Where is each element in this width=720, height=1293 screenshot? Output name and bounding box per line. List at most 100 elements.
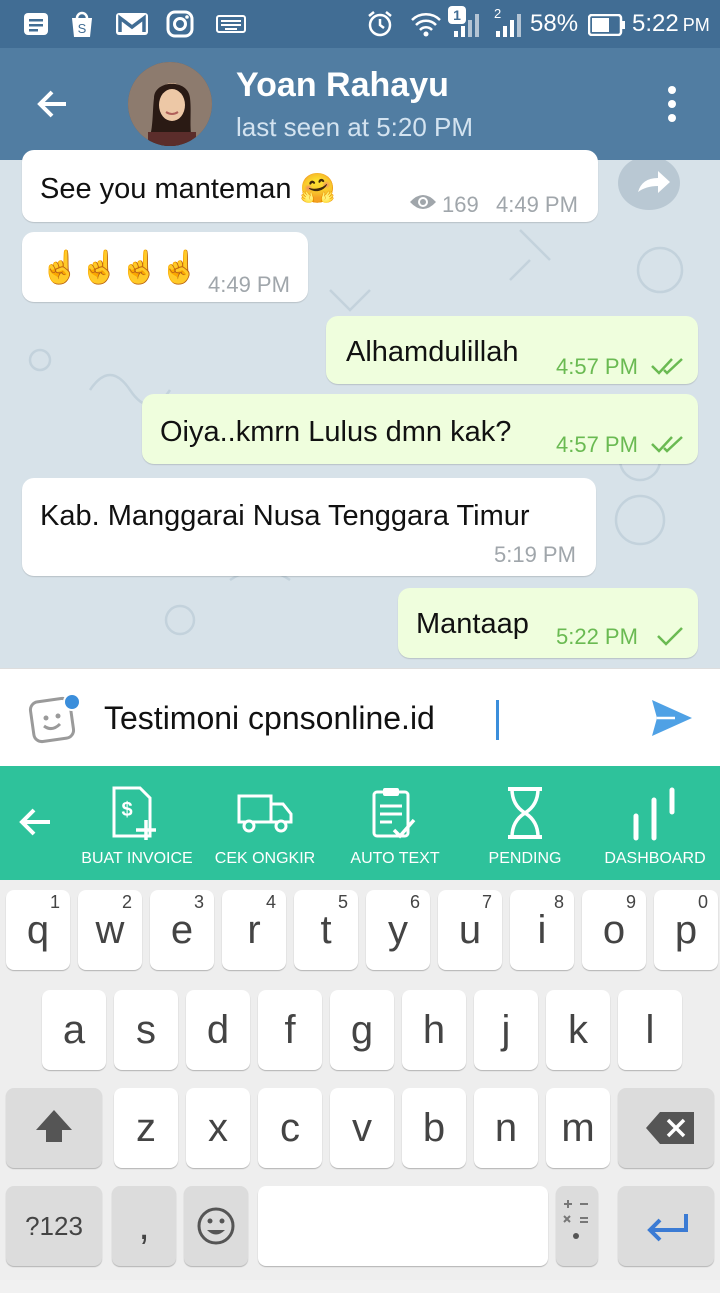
letter-key[interactable]: r4 — [222, 890, 286, 970]
letter-key[interactable]: y6 — [366, 890, 430, 970]
message-input[interactable]: Testimoni cpnsonline.id — [104, 700, 435, 737]
letter-key[interactable]: m — [546, 1088, 610, 1168]
svg-text:S: S — [78, 21, 87, 36]
enter-arrow-icon — [647, 1214, 688, 1242]
letter-key[interactable]: e3 — [150, 890, 214, 970]
letter-key[interactable]: d — [186, 990, 250, 1070]
message-time: 5:19 PM — [494, 542, 576, 567]
backspace-key[interactable] — [618, 1088, 714, 1168]
message-bubble-outgoing[interactable]: Oiya..kmrn Lulus dmn kak? 4:57 PM — [142, 394, 698, 464]
letter-key[interactable]: b — [402, 1088, 466, 1168]
battery-icon — [587, 13, 626, 37]
letter-key[interactable]: j — [474, 990, 538, 1070]
more-menu-button[interactable] — [660, 84, 684, 124]
letter-key[interactable]: s — [114, 990, 178, 1070]
letter-key[interactable]: i8 — [510, 890, 574, 970]
emoji-smile-icon — [197, 1207, 235, 1245]
symbols-key[interactable]: ?123 — [6, 1186, 102, 1266]
letter-key[interactable]: p0 — [654, 890, 718, 970]
shift-arrow-icon — [36, 1110, 72, 1142]
message-bubble-incoming[interactable]: ☝☝☝☝ 4:49 PM — [22, 232, 308, 302]
letter-key[interactable]: w2 — [78, 890, 142, 970]
arrow-left-icon — [37, 90, 66, 118]
key-label: x — [208, 1106, 228, 1150]
signal-sim2-icon — [494, 12, 522, 40]
dots-vertical-icon — [668, 86, 676, 122]
key-label: g — [350, 1008, 374, 1052]
emoji-key[interactable] — [184, 1186, 248, 1266]
key-label: d — [206, 1008, 230, 1052]
message-text: Alhamdulillah — [346, 336, 519, 368]
back-button[interactable] — [28, 84, 84, 124]
key-label: k — [568, 1008, 588, 1052]
backspace-icon — [646, 1112, 694, 1144]
letter-key[interactable]: t5 — [294, 890, 358, 970]
toolbar-buat-invoice[interactable]: $ BUAT INVOICE — [72, 780, 202, 876]
send-button[interactable] — [648, 696, 696, 740]
key-label: f — [284, 1008, 296, 1052]
toolbar-dashboard[interactable]: DASHBOARD — [590, 780, 720, 876]
letter-key[interactable]: c — [258, 1088, 322, 1168]
key-hint-number: 7 — [481, 892, 492, 912]
message-text: Kab. Manggarai Nusa Tenggara Timur — [40, 500, 530, 532]
clock: 5:22 PM — [632, 10, 710, 37]
forward-button[interactable] — [618, 160, 680, 210]
comma-key[interactable]: , — [112, 1186, 176, 1266]
text-caret — [496, 700, 499, 740]
message-bubble-outgoing[interactable]: Alhamdulillah 4:57 PM — [326, 316, 698, 384]
letter-key[interactable]: q1 — [6, 890, 70, 970]
toolbar-auto-text[interactable]: AUTO TEXT — [330, 780, 460, 876]
invoice-icon: $ — [112, 786, 156, 840]
shift-key[interactable] — [6, 1088, 102, 1168]
letter-key[interactable]: n — [474, 1088, 538, 1168]
key-hint-number: 1 — [49, 892, 60, 912]
letter-key[interactable]: g — [330, 990, 394, 1070]
enter-key[interactable] — [618, 1186, 714, 1266]
toolbar-label: AUTO TEXT — [350, 850, 440, 867]
key-label: z — [136, 1106, 156, 1150]
key-hint-number: 4 — [265, 892, 276, 912]
letter-key[interactable]: z — [114, 1088, 178, 1168]
letter-key[interactable]: x — [186, 1088, 250, 1168]
key-hint-number: 3 — [193, 892, 204, 912]
key-label: r — [247, 908, 261, 952]
math-symbols-key[interactable] — [556, 1186, 598, 1266]
letter-key[interactable]: o9 — [582, 890, 646, 970]
toolbar-back-button[interactable] — [12, 800, 60, 844]
letter-key[interactable]: u7 — [438, 890, 502, 970]
letter-key[interactable]: l — [618, 990, 682, 1070]
key-label: b — [422, 1106, 446, 1150]
letter-key[interactable]: h — [402, 990, 466, 1070]
message-bubble-incoming[interactable]: Kab. Manggarai Nusa Tenggara Timur 5:19 … — [22, 478, 596, 576]
message-time: 4:49 PM — [496, 192, 578, 217]
toolbar-label: PENDING — [488, 850, 562, 867]
key-label: j — [501, 1008, 511, 1052]
key-label: y — [388, 908, 408, 952]
contact-last-seen: last seen at 5:20 PM — [236, 112, 474, 142]
letter-key[interactable]: k — [546, 990, 610, 1070]
key-hint-number: 8 — [553, 892, 564, 912]
wifi-icon — [410, 10, 442, 38]
key-hint-number: 0 — [697, 892, 708, 912]
sticker-button[interactable] — [28, 692, 82, 746]
message-bubble-outgoing[interactable]: Mantaap 5:22 PM — [398, 588, 698, 658]
key-label: v — [352, 1106, 372, 1150]
letter-key[interactable]: f — [258, 990, 322, 1070]
toolbar-cek-ongkir[interactable]: CEK ONGKIR — [200, 780, 330, 876]
avatar[interactable] — [128, 62, 212, 146]
letter-key[interactable]: v — [330, 1088, 394, 1168]
contact-name[interactable]: Yoan Rahayu — [236, 66, 449, 105]
message-bubble-incoming[interactable]: See you manteman 🤗 169 4:49 PM — [22, 150, 598, 222]
key-hint-number: 9 — [625, 892, 636, 912]
math-symbols-icon — [563, 1200, 588, 1239]
keyboard-status-icon — [214, 10, 248, 38]
toolbar-pending[interactable]: PENDING — [460, 780, 590, 876]
space-key[interactable] — [258, 1186, 548, 1266]
key-label: s — [136, 1008, 156, 1052]
key-label: a — [62, 1008, 86, 1052]
key-label: h — [422, 1008, 446, 1052]
letter-key[interactable]: a — [42, 990, 106, 1070]
hourglass-icon — [508, 787, 542, 839]
key-hint-number: 2 — [121, 892, 132, 912]
double-check-icon — [650, 356, 686, 376]
